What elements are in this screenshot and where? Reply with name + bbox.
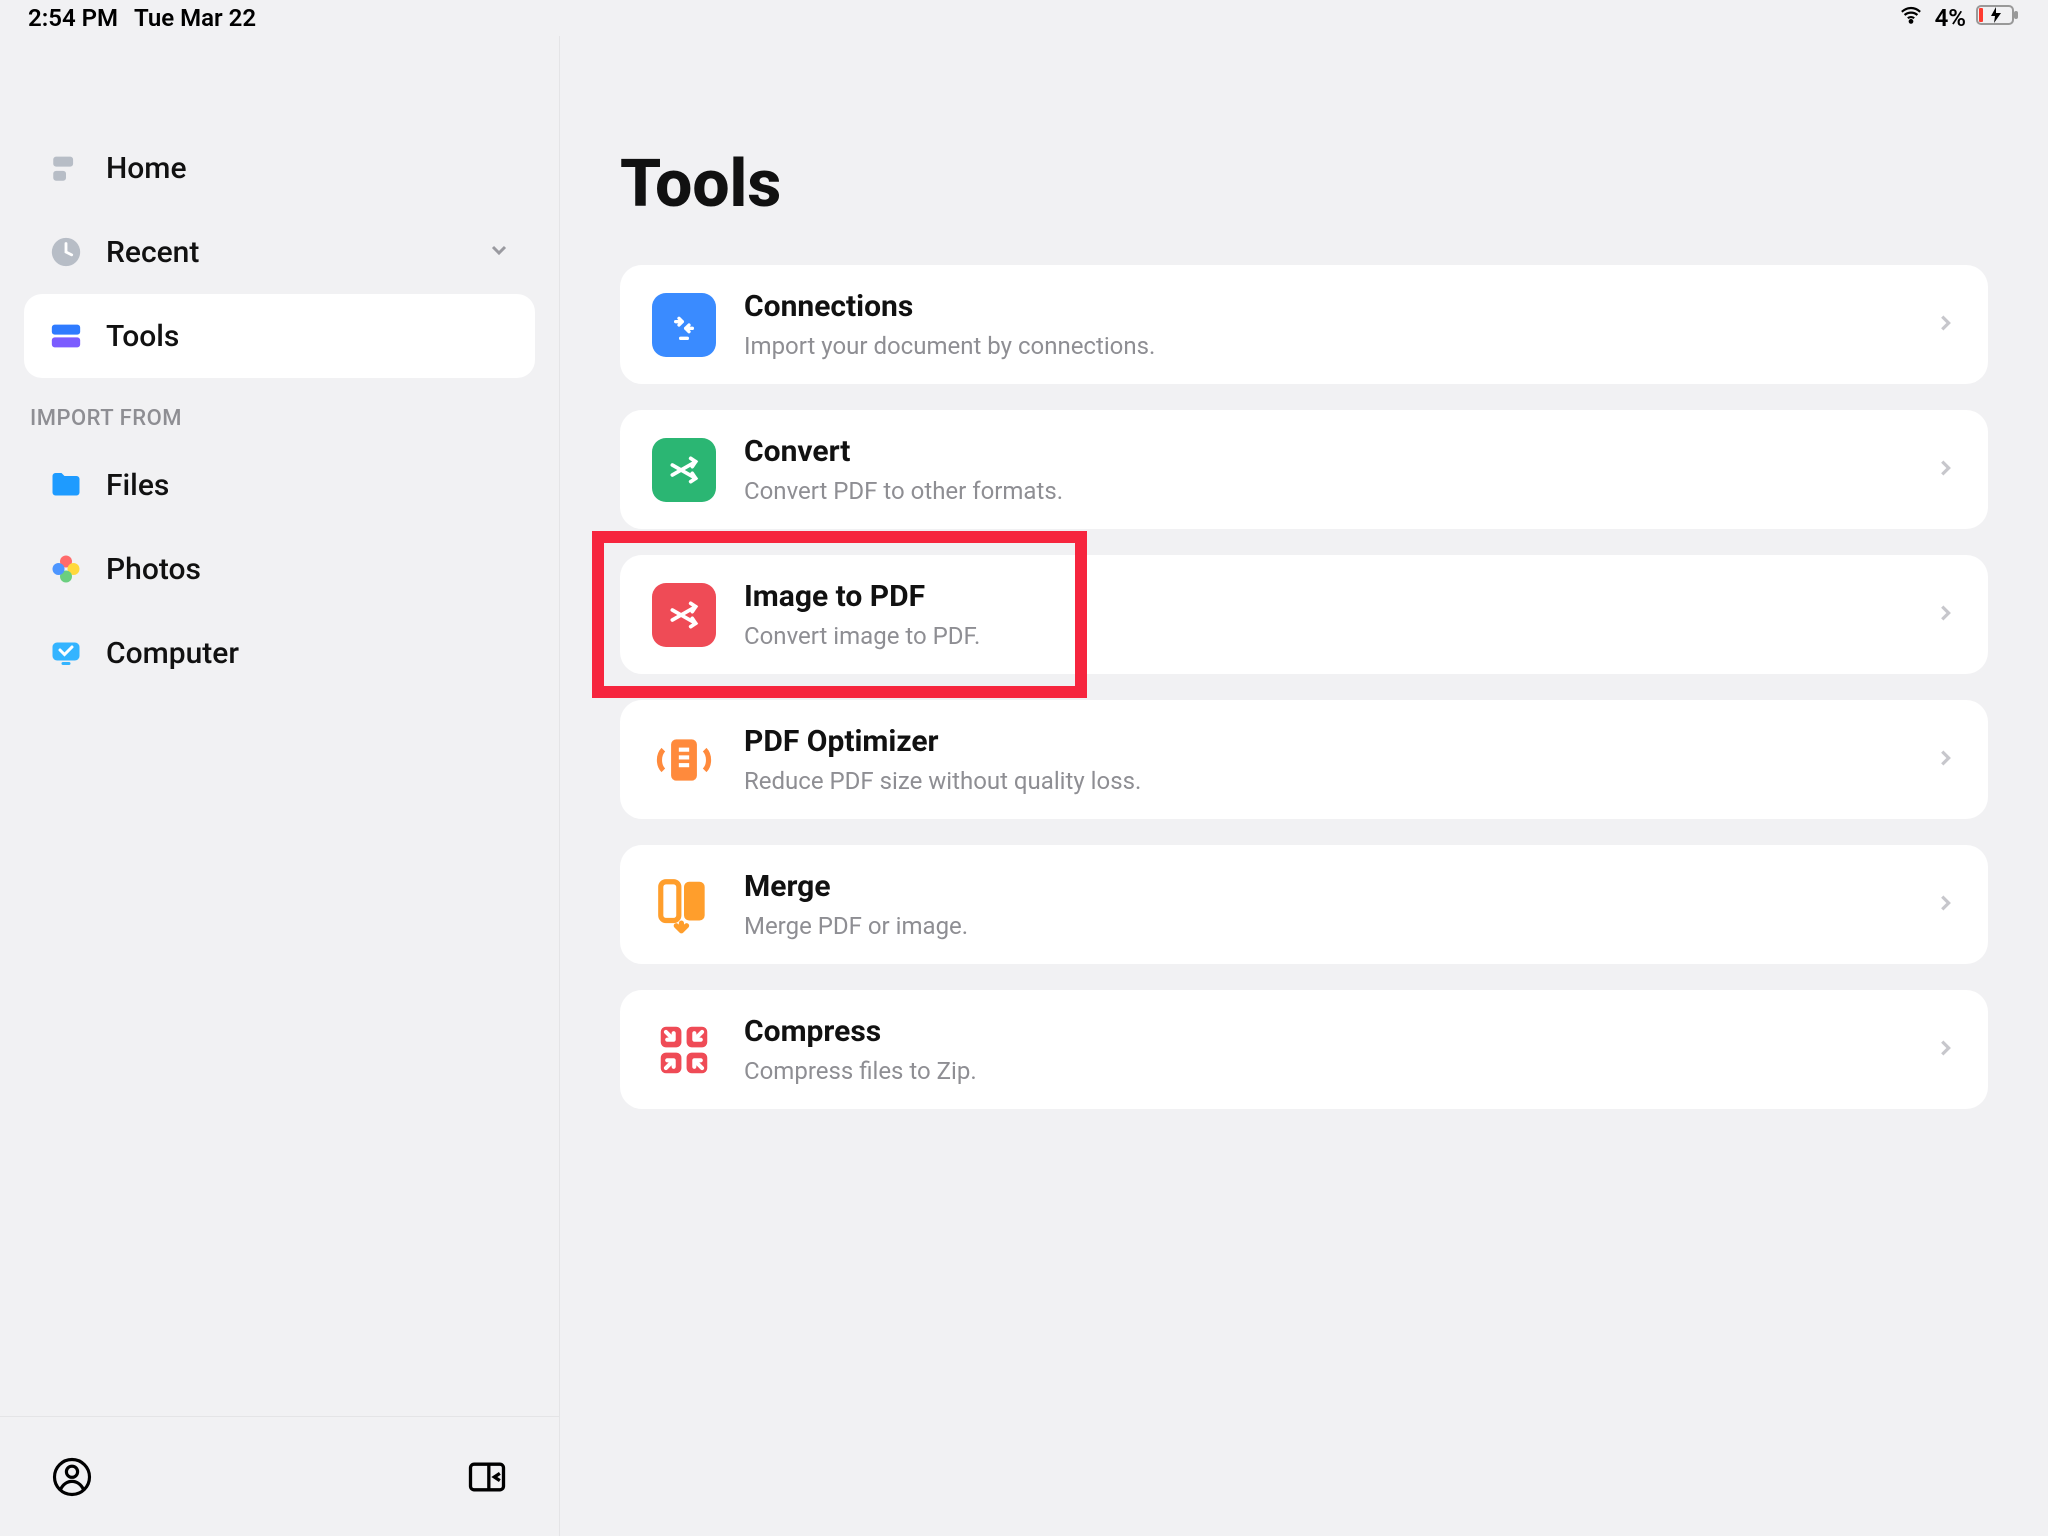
sidebar-item-recent[interactable]: Recent (24, 210, 535, 294)
sidebar-item-label: Computer (106, 636, 239, 671)
tool-subtitle: Convert image to PDF. (744, 622, 1906, 650)
image-to-pdf-icon (652, 583, 716, 647)
sidebar-item-label: Files (106, 468, 169, 503)
clock-icon (48, 234, 84, 270)
tool-title: Compress (744, 1014, 1906, 1049)
sidebar-item-tools[interactable]: Tools (24, 294, 535, 378)
tool-title: Connections (744, 289, 1906, 324)
tool-compress[interactable]: Compress Compress files to Zip. (620, 990, 1988, 1109)
connections-icon (652, 293, 716, 357)
sidebar-bottom (0, 1416, 559, 1536)
compress-icon (652, 1018, 716, 1082)
tool-subtitle: Import your document by connections. (744, 332, 1906, 360)
sidebar: Home Recent (0, 36, 560, 1536)
sidebar-item-label: Recent (106, 235, 199, 270)
battery-percent: 4% (1935, 4, 1966, 32)
sidebar-item-home[interactable]: Home (24, 126, 535, 210)
tool-pdf-optimizer[interactable]: PDF Optimizer Reduce PDF size without qu… (620, 700, 1988, 819)
wifi-icon (1897, 4, 1925, 32)
status-date: Tue Mar 22 (134, 4, 256, 32)
main-content: Tools Connections Import your document b… (560, 36, 2048, 1536)
tool-image-to-pdf[interactable]: Image to PDF Convert image to PDF. (620, 555, 1988, 674)
tool-connections[interactable]: Connections Import your document by conn… (620, 265, 1988, 384)
status-time: 2:54 PM (28, 4, 118, 32)
tool-title: Image to PDF (744, 579, 1906, 614)
chevron-right-icon (1934, 309, 1956, 341)
chevron-right-icon (1934, 889, 1956, 921)
optimizer-icon (652, 728, 716, 792)
computer-icon (48, 635, 84, 671)
tool-title: PDF Optimizer (744, 724, 1906, 759)
status-bar: 2:54 PM Tue Mar 22 4% (0, 0, 2048, 36)
chevron-down-icon (487, 235, 511, 270)
page-title: Tools (620, 146, 1988, 223)
tool-title: Merge (744, 869, 1906, 904)
tool-title: Convert (744, 434, 1906, 469)
tool-subtitle: Merge PDF or image. (744, 912, 1906, 940)
collapse-sidebar-button[interactable] (463, 1453, 511, 1501)
sidebar-item-files[interactable]: Files (24, 443, 535, 527)
chevron-right-icon (1934, 744, 1956, 776)
sidebar-item-photos[interactable]: Photos (24, 527, 535, 611)
tool-convert[interactable]: Convert Convert PDF to other formats. (620, 410, 1988, 529)
sidebar-item-label: Tools (106, 319, 179, 354)
tool-subtitle: Compress files to Zip. (744, 1057, 1906, 1085)
chevron-right-icon (1934, 599, 1956, 631)
battery-icon (1976, 4, 2020, 32)
chevron-right-icon (1934, 1034, 1956, 1066)
tool-merge[interactable]: Merge Merge PDF or image. (620, 845, 1988, 964)
tools-icon (48, 318, 84, 354)
convert-icon (652, 438, 716, 502)
chevron-right-icon (1934, 454, 1956, 486)
home-icon (48, 150, 84, 186)
account-button[interactable] (48, 1453, 96, 1501)
photos-icon (48, 551, 84, 587)
merge-icon (652, 873, 716, 937)
sidebar-section-label: IMPORT FROM (24, 378, 535, 443)
sidebar-item-label: Photos (106, 552, 201, 587)
sidebar-item-label: Home (106, 151, 187, 186)
folder-icon (48, 467, 84, 503)
sidebar-item-computer[interactable]: Computer (24, 611, 535, 695)
tool-subtitle: Reduce PDF size without quality loss. (744, 767, 1906, 795)
tool-subtitle: Convert PDF to other formats. (744, 477, 1906, 505)
